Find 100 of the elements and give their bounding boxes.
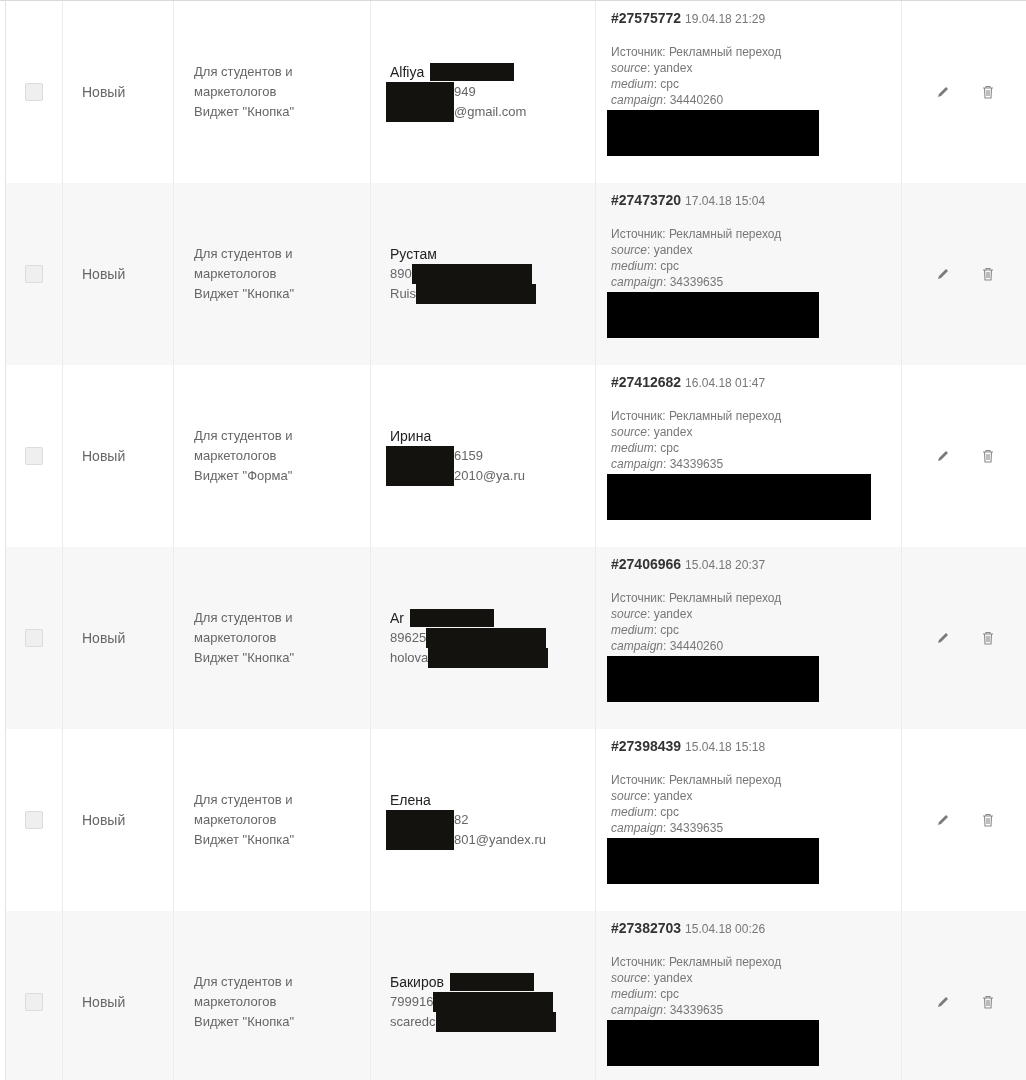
detail-text: campaign: 34339635 [611, 456, 725, 472]
description-text: Для студентов и [194, 245, 294, 263]
order-date: 16.04.18 01:47 [685, 376, 766, 390]
detail-text: source: yandex [611, 424, 694, 440]
delete-icon[interactable] [982, 267, 994, 281]
redaction-bar [386, 446, 454, 466]
detail-text: medium: cpc [611, 986, 681, 1002]
detail-text: campaign: 34440260 [611, 638, 725, 654]
contact-text: Ruis [390, 285, 416, 303]
status-text: Новый [82, 266, 127, 282]
description-text: маркетологов [194, 265, 278, 283]
status-text: Новый [82, 994, 127, 1010]
detail-text: Источник: Рекламный переход [611, 408, 783, 424]
description-text: маркетологов [194, 811, 278, 829]
detail-text: medium: cpc [611, 622, 681, 638]
contact-name: Рустам [390, 245, 437, 264]
edit-icon[interactable] [936, 267, 950, 281]
description-text: маркетологов [194, 629, 278, 647]
order-date: 19.04.18 21:29 [685, 12, 766, 26]
order-date: 15.04.18 15:18 [685, 740, 766, 754]
description-text: Виджет "Форма" [194, 467, 294, 485]
redaction-bar [386, 466, 454, 486]
edit-icon[interactable] [936, 631, 950, 645]
redaction-bar [386, 102, 454, 122]
order-number: #27382703 [611, 920, 682, 936]
contact-text: 89625 [390, 629, 427, 647]
contact-text: @gmail.com [454, 103, 527, 121]
row-checkbox[interactable] [25, 265, 43, 283]
order-number: #27412682 [611, 374, 682, 390]
edit-icon[interactable] [936, 995, 950, 1009]
detail-text: source: yandex [611, 60, 694, 76]
detail-text: campaign: 34440260 [611, 92, 725, 108]
row-checkbox[interactable] [25, 993, 43, 1011]
contact-text: 82 [454, 811, 469, 829]
contact-text: 949 [454, 83, 476, 101]
status-text: Новый [82, 84, 127, 100]
description-text: Для студентов и [194, 609, 294, 627]
order-number: #27398439 [611, 738, 682, 754]
detail-text: Источник: Рекламный переход [611, 226, 783, 242]
contact-name: Ar [390, 609, 404, 628]
description-text: Виджет "Кнопка" [194, 831, 296, 849]
row-checkbox[interactable] [25, 447, 43, 465]
order-number: #27406966 [611, 556, 682, 572]
detail-text: source: yandex [611, 788, 694, 804]
detail-text: medium: cpc [611, 76, 681, 92]
description-text: маркетологов [194, 993, 278, 1011]
delete-icon[interactable] [982, 85, 994, 99]
description-text: Для студентов и [194, 973, 294, 991]
description-text: Виджет "Кнопка" [194, 103, 296, 121]
description-text: Виджет "Кнопка" [194, 285, 296, 303]
description-text: Виджет "Кнопка" [194, 1013, 296, 1031]
detail-text: medium: cpc [611, 258, 681, 274]
detail-text: campaign: 34339635 [611, 1002, 725, 1018]
detail-text: medium: cpc [611, 440, 681, 456]
order-number: #27473720 [611, 192, 682, 208]
description-text: Виджет "Кнопка" [194, 649, 296, 667]
contact-text: scaredc [390, 1013, 436, 1031]
edit-icon[interactable] [936, 813, 950, 827]
redaction-bar [386, 82, 454, 102]
status-text: Новый [82, 630, 127, 646]
description-text: маркетологов [194, 83, 278, 101]
contact-name: Alfiya [390, 63, 425, 82]
edit-icon[interactable] [936, 449, 950, 463]
contact-text: 2010@ya.ru [454, 467, 526, 485]
status-text: Новый [82, 812, 127, 828]
detail-text: source: yandex [611, 606, 694, 622]
contact-text: 801@yandex.ru [454, 831, 546, 849]
delete-icon[interactable] [982, 813, 994, 827]
row-checkbox[interactable] [25, 629, 43, 647]
contact-text: 6159 [454, 447, 483, 465]
delete-icon[interactable] [982, 449, 994, 463]
row-checkbox[interactable] [25, 811, 43, 829]
order-number: #27575772 [611, 10, 682, 26]
delete-icon[interactable] [982, 995, 994, 1009]
detail-text: source: yandex [611, 242, 694, 258]
contact-text: 799916 [390, 993, 434, 1011]
redaction-bar [386, 810, 454, 830]
description-text: маркетологов [194, 447, 278, 465]
detail-text: campaign: 34339635 [611, 274, 725, 290]
status-text: Новый [82, 448, 127, 464]
detail-text: Источник: Рекламный переход [611, 44, 783, 60]
detail-text: Источник: Рекламный переход [611, 954, 783, 970]
detail-text: source: yandex [611, 970, 694, 986]
contact-text: 890 [390, 265, 412, 283]
order-date: 15.04.18 20:37 [685, 558, 766, 572]
order-date: 17.04.18 15:04 [685, 194, 766, 208]
description-text: Для студентов и [194, 791, 294, 809]
order-date: 15.04.18 00:26 [685, 922, 766, 936]
delete-icon[interactable] [982, 631, 994, 645]
detail-text: Источник: Рекламный переход [611, 590, 783, 606]
contact-name: Бакиров [390, 973, 444, 992]
description-text: Для студентов и [194, 63, 294, 81]
redaction-bar [386, 830, 454, 850]
contact-text: holova [390, 649, 429, 667]
detail-text: campaign: 34339635 [611, 820, 725, 836]
detail-text: Источник: Рекламный переход [611, 772, 783, 788]
row-checkbox[interactable] [25, 83, 43, 101]
edit-icon[interactable] [936, 85, 950, 99]
contact-name: Ирина [390, 427, 432, 446]
contact-name: Елена [390, 791, 431, 810]
